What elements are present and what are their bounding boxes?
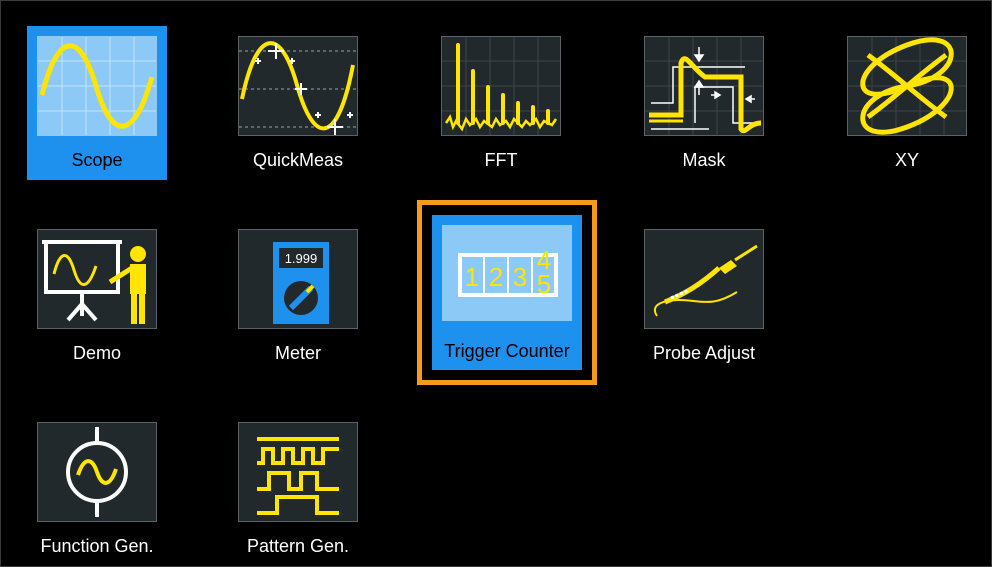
app-label: Scope [71,150,123,170]
function-generator-icon [37,422,157,522]
sine-wave-icon [37,36,157,136]
app-label: Meter [274,343,321,363]
meter-display: 1.999 [285,251,318,266]
app-label: QuickMeas [252,150,344,170]
app-label: Demo [72,343,121,363]
multimeter-icon: 1.999 [238,229,358,329]
probe-icon [644,229,764,329]
counter-digit: 5 [537,269,551,299]
counter-digit: 2 [489,262,503,292]
app-tile-meter[interactable]: 1.999 Meter [228,219,368,373]
app-label: Trigger Counter [444,341,570,361]
app-tile-mask[interactable]: Mask [634,26,774,180]
quick-measure-icon [238,36,358,136]
app-tile-trigger-counter[interactable]: 1 2 3 4 5 Trigger Counter [432,215,582,370]
app-label: Pattern Gen. [246,536,350,556]
pattern-generator-icon [238,422,358,522]
mask-test-icon [644,36,764,136]
app-label: Probe Adjust [652,343,756,363]
counter-digit: 1 [465,262,479,292]
app-tile-scope[interactable]: Scope [27,26,167,180]
counter-digit: 3 [513,262,527,292]
counter-icon: 1 2 3 4 5 [442,225,572,321]
lissajous-icon [847,36,967,136]
app-tile-fft[interactable]: FFT [431,26,571,180]
focused-tile-highlight: 1 2 3 4 5 Trigger Counter [417,200,597,385]
fft-spectrum-icon [441,36,561,136]
app-tile-function-gen[interactable]: Function Gen. [27,412,167,566]
app-label: FFT [484,150,518,170]
presenter-icon [37,229,157,329]
app-tile-demo[interactable]: Demo [27,219,167,373]
app-label: Mask [682,150,726,170]
app-label: XY [894,150,919,170]
app-tile-pattern-gen[interactable]: Pattern Gen. [228,412,368,566]
app-tile-quickmeas[interactable]: QuickMeas [228,26,368,180]
app-label: Function Gen. [40,536,154,556]
app-launcher: Scope QuickMeas FFT Mask XY Demo 1.999 M… [0,0,992,567]
app-tile-probe-adjust[interactable]: Probe Adjust [634,219,774,373]
app-tile-xy[interactable]: XY [837,26,977,180]
